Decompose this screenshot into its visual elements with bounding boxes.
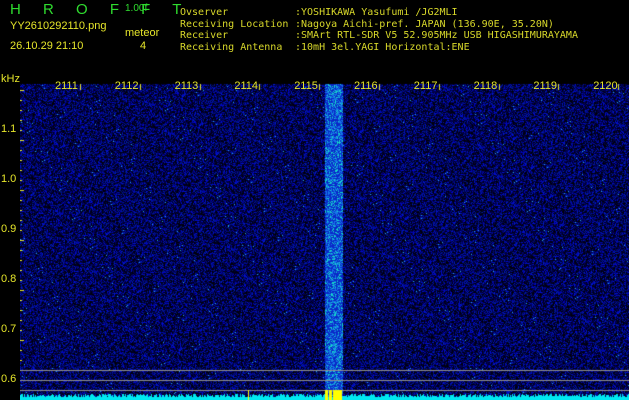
y-tick-label: 0.7 <box>1 323 17 335</box>
station-info-labels: Ovserver Receiving Location Receiver Rec… <box>180 7 288 53</box>
y-tick-label: 1.1 <box>1 123 17 135</box>
app-title: H R O F F T <box>10 1 191 18</box>
x-tick-label: 2116 <box>354 80 378 92</box>
x-tick-label: 2113 <box>174 80 199 92</box>
y-tick-label: 0.6 <box>1 373 17 385</box>
y-tick-label: 0.9 <box>1 223 17 235</box>
meteor-count: 4 <box>140 40 147 52</box>
info-label: Receiving Antenna <box>180 41 283 53</box>
info-label: Receiver <box>180 30 229 41</box>
info-label: Receiving Location <box>180 18 289 30</box>
version-label: 1.00f <box>125 3 148 14</box>
station-info-values: :YOSHIKAWA Yasufumi /JG2MLI :Nagoya Aich… <box>295 7 578 53</box>
y-tick-label: 1.0 <box>1 173 17 185</box>
x-tick-label: 2119 <box>533 80 558 92</box>
x-tick-label: 2117 <box>413 80 438 92</box>
y-tick-label: 0.8 <box>1 273 17 285</box>
meteor-label: meteor <box>125 27 160 39</box>
x-tick-label: 2120 <box>593 80 618 92</box>
info-value: :YOSHIKAWA Yasufumi /JG2MLI <box>295 7 458 18</box>
y-unit-label: kHz <box>1 73 20 85</box>
info-value: :Nagoya Aichi-pref. JAPAN (136.90E, 35.2… <box>295 18 554 30</box>
filename-label: YY2610292110.png <box>10 20 107 32</box>
datetime-label: 26.10.29 21:10 <box>10 40 84 52</box>
info-value: :10mH 3el.YAGI Horizontal:ENE <box>295 41 470 53</box>
x-tick-label: 2114 <box>234 80 259 92</box>
x-tick-label: 2115 <box>294 80 318 92</box>
x-tick-label: 2112 <box>114 80 139 92</box>
x-tick-label: 2111 <box>55 80 78 92</box>
x-tick-label: 2118 <box>473 80 498 92</box>
spectrogram <box>20 80 629 400</box>
info-label: Ovserver <box>180 7 229 18</box>
info-value: :SMArt RTL-SDR V5 52.905MHz USB HIGASHIM… <box>295 30 578 41</box>
